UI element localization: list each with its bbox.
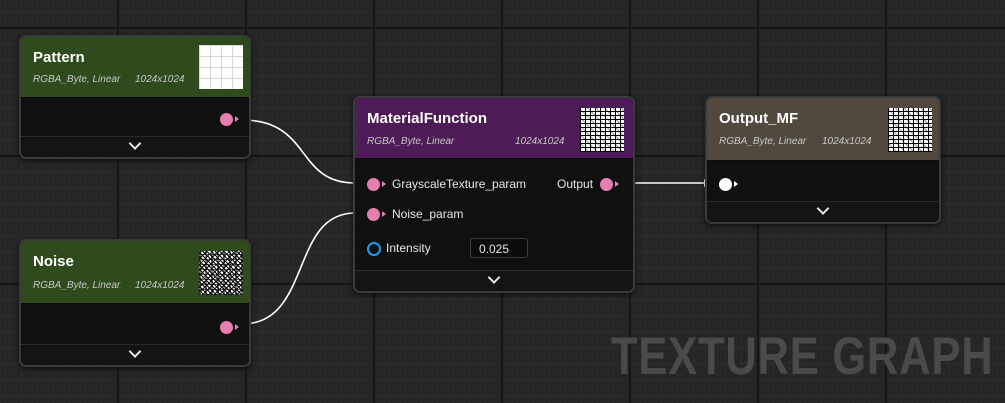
- noise-node-format: RGBA_Byte, Linear: [33, 280, 121, 291]
- noise-param-label: Noise_param: [392, 207, 464, 221]
- output-mf-node-resolution: 1024x1024: [822, 136, 872, 147]
- chevron-down-icon[interactable]: [487, 271, 501, 284]
- grayscale-texture-input-pin[interactable]: [367, 178, 380, 191]
- texture-graph-watermark: TEXTURE GRAPH: [610, 327, 993, 386]
- output-pin-label: Output: [557, 177, 594, 191]
- output-mf-input-pin[interactable]: [719, 178, 732, 191]
- noise-node-title: Noise: [33, 253, 74, 270]
- material-function-node-title: MaterialFunction: [367, 110, 488, 127]
- output-mf-thumbnail: [888, 108, 932, 152]
- grayscale-texture-param-label: GrayscaleTexture_param: [392, 177, 527, 191]
- chevron-down-icon[interactable]: [816, 202, 830, 215]
- noise-node-footer[interactable]: [21, 344, 249, 365]
- pattern-node-title: Pattern: [33, 49, 85, 66]
- grayscale-texture-pin-arrow-icon: [382, 181, 386, 187]
- pattern-output-pin[interactable]: [220, 113, 233, 126]
- noise-node[interactable]: Noise RGBA_Byte, Linear 1024x1024: [19, 239, 251, 367]
- noise-param-pin-arrow-icon: [382, 211, 386, 217]
- chevron-down-icon[interactable]: [128, 345, 142, 358]
- material-function-node-resolution: 1024x1024: [515, 136, 565, 147]
- material-function-node-footer[interactable]: [355, 270, 633, 291]
- noise-output-pin-arrow-icon: [235, 324, 239, 330]
- noise-thumbnail: [199, 251, 243, 295]
- output-mf-node[interactable]: Output_MF RGBA_Byte, Linear 1024x1024: [705, 96, 941, 224]
- material-function-output-pin-arrow-icon: [615, 181, 619, 187]
- material-function-output-pin[interactable]: [600, 178, 613, 191]
- noise-node-header[interactable]: Noise RGBA_Byte, Linear 1024x1024: [21, 241, 249, 304]
- intensity-value-field[interactable]: 0.025: [470, 238, 528, 258]
- output-mf-node-format: RGBA_Byte, Linear: [719, 136, 807, 147]
- noise-param-input-pin[interactable]: [367, 208, 380, 221]
- pattern-node-format: RGBA_Byte, Linear: [33, 74, 121, 85]
- output-mf-node-title: Output_MF: [719, 110, 799, 127]
- pattern-output-pin-arrow-icon: [235, 116, 239, 122]
- material-function-thumbnail: [580, 108, 624, 152]
- noise-node-resolution: 1024x1024: [135, 280, 185, 291]
- pattern-node-header[interactable]: Pattern RGBA_Byte, Linear 1024x1024: [21, 37, 249, 98]
- output-mf-node-header[interactable]: Output_MF RGBA_Byte, Linear 1024x1024: [707, 98, 939, 161]
- intensity-input-pin[interactable]: [367, 242, 381, 256]
- material-function-node-header[interactable]: MaterialFunction RGBA_Byte, Linear 1024x…: [355, 98, 633, 159]
- wire-noise-to-material-function: [241, 212, 356, 325]
- pattern-node-resolution: 1024x1024: [135, 74, 185, 85]
- wire-pattern-to-material-function: [241, 119, 356, 184]
- output-mf-node-footer[interactable]: [707, 201, 939, 222]
- pattern-node-footer[interactable]: [21, 136, 249, 157]
- material-function-node[interactable]: MaterialFunction RGBA_Byte, Linear 1024x…: [353, 96, 635, 293]
- noise-output-pin[interactable]: [220, 321, 233, 334]
- intensity-label: Intensity: [386, 241, 431, 255]
- output-mf-input-pin-arrow-icon: [734, 181, 738, 187]
- pattern-thumbnail: [199, 45, 243, 89]
- chevron-down-icon[interactable]: [128, 137, 142, 150]
- pattern-node[interactable]: Pattern RGBA_Byte, Linear 1024x1024: [19, 35, 251, 159]
- material-function-node-format: RGBA_Byte, Linear: [367, 136, 455, 147]
